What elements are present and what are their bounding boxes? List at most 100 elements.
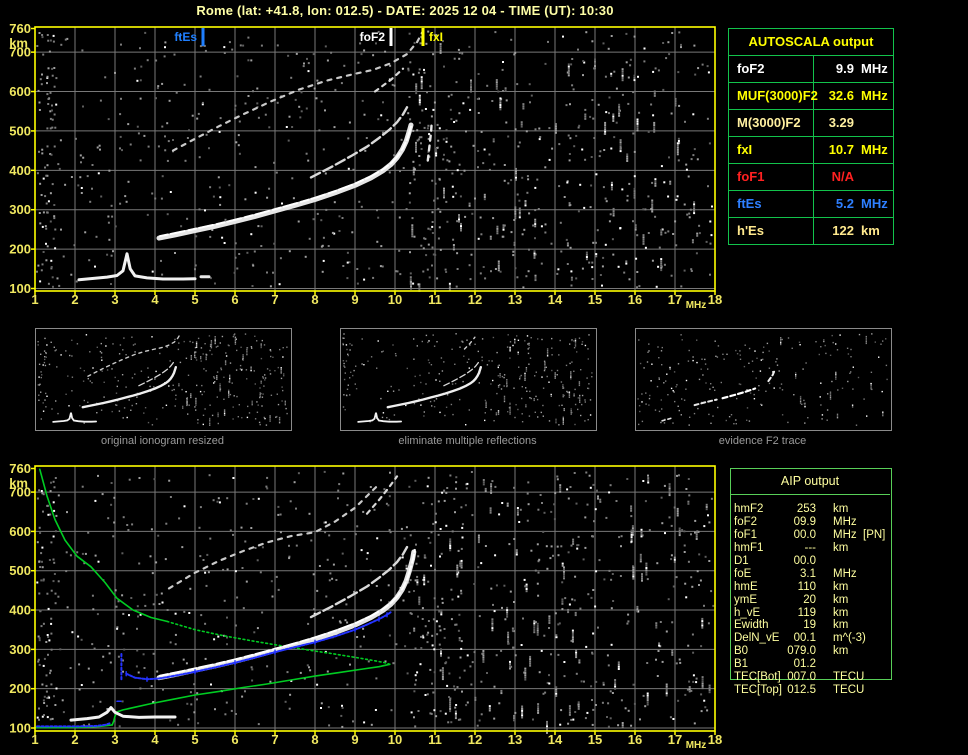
noise-dot [446,141,448,143]
noise-dot [389,529,391,531]
noise-dot [611,607,613,609]
noise-dot [571,412,572,413]
noise-dot [67,375,68,376]
noise-dot [674,220,676,222]
noise-dot [675,102,677,104]
noise-dot [345,565,347,567]
noise-dot [502,236,504,238]
noise-dot [254,370,255,371]
noise-dot [454,707,456,709]
noise-dot [370,486,372,488]
noise-dot [663,181,665,183]
noise-dot [270,350,271,351]
noise-dot [255,166,257,168]
noise-dot [662,42,664,44]
noise-dot [527,335,528,336]
noise-dot [172,662,174,664]
x-axis-unit: MHz [686,740,707,751]
noise-dot [356,525,358,527]
noise-dot [391,386,392,387]
noise-dot [696,538,698,540]
noise-dot [489,707,491,709]
noise-dot [393,391,394,392]
noise-dot [413,385,414,386]
noise-dot [170,641,172,643]
noise-dot [538,572,540,574]
noise-dot [409,202,411,204]
aip-row-hve: h_vE119km [730,607,906,620]
noise-dot [453,121,455,123]
noise-dot [451,173,453,175]
noise-dot [707,185,709,187]
noise-dot [420,42,422,44]
noise-dot [878,357,879,358]
noise-dot [128,614,130,616]
noise-dot [522,103,524,105]
noise-dot [107,369,108,370]
noise-dot [186,703,188,705]
noise-dot [213,196,215,198]
noise-dot [649,529,651,531]
noise-dot [609,97,611,99]
noise-dot [775,361,776,362]
noise-dot [77,184,79,186]
noise-dot [270,356,271,357]
noise-dot [285,401,286,402]
noise-dot [765,391,766,392]
y-tick-label: 600 [9,524,31,539]
noise-dot [629,64,631,66]
noise-dot [268,188,270,190]
noise-dot [592,242,594,244]
noise-dot [850,349,851,350]
noise-dot [196,359,197,360]
noise-dot [42,566,44,568]
noise-dot [693,212,695,214]
noise-dot [613,136,615,138]
noise-dot [586,254,588,256]
noise-dot [602,265,604,267]
noise-dot [44,696,46,698]
noise-dot [346,277,348,279]
noise-dot [501,502,503,504]
noise-dot [431,405,432,406]
noise-dot [355,366,356,367]
noise-dot [377,217,379,219]
noise-dot [426,335,427,336]
noise-dot [455,192,457,194]
noise-dot [440,629,442,631]
noise-dot [571,340,572,341]
noise-dot [833,342,834,343]
noise-dot [703,605,705,607]
noise-dot [355,533,357,535]
noise-dot [701,710,703,712]
noise-dot [594,61,596,63]
noise-dot [490,483,492,485]
noise-dot [178,517,180,519]
noise-dot [416,584,418,586]
noise-dot [696,340,697,341]
noise-dot [658,69,660,71]
noise-dot [618,266,620,268]
noise-dot [92,164,94,166]
y-tick-label: 100 [9,721,31,736]
noise-dot [356,636,358,638]
noise-dot [349,343,350,344]
noise-dot [622,722,624,724]
noise-dot [452,239,454,241]
noise-dot [454,689,456,691]
noise-dot [660,265,662,267]
noise-dot [673,390,674,391]
noise-dot [374,509,376,511]
noise-dot [419,101,421,103]
noise-dot [853,367,854,368]
noise-dot [740,384,741,385]
noise-dot [637,398,638,399]
noise-dot [131,523,133,525]
noise-dot [410,579,412,581]
x-tick-label: 11 [428,292,442,307]
noise-dot [599,150,601,152]
noise-dot [683,530,685,532]
noise-dot [434,400,435,401]
noise-dot [654,180,656,182]
noise-dot [534,398,535,399]
